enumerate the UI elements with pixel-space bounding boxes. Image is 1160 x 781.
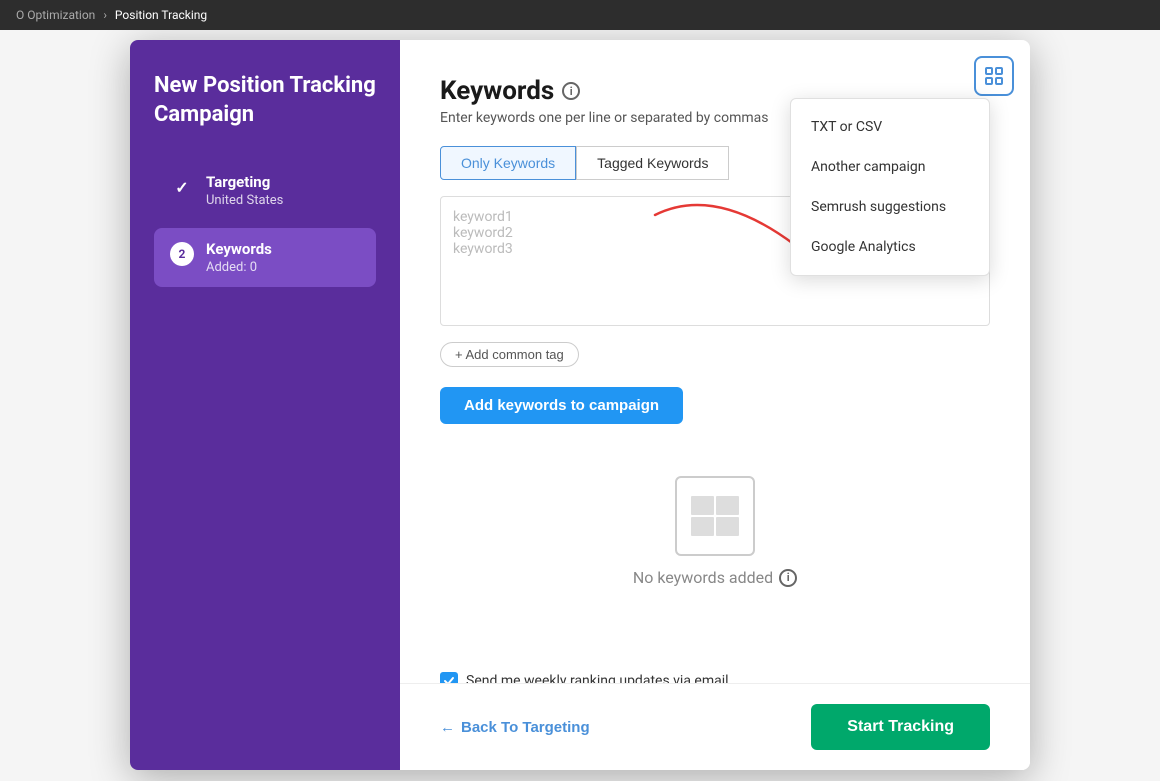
import-dropdown: TXT or CSV Another campaign Semrush sugg… [790,98,990,276]
step-keywords-content: Keywords Added: 0 [206,240,272,275]
empty-info-icon[interactable]: i [779,569,797,587]
step-keywords-sublabel: Added: 0 [206,260,272,275]
step-targeting-label: Targeting [206,173,283,191]
start-tracking-button[interactable]: Start Tracking [811,704,990,750]
empty-text-label: No keywords added [633,568,773,587]
grid-cell-4 [716,517,739,536]
tab-tagged-keywords[interactable]: Tagged Keywords [576,146,729,180]
step-number-icon: 2 [170,242,194,266]
grid-cell-2 [716,496,739,515]
step-targeting-content: Targeting United States [206,173,283,208]
grid-cell-1 [691,496,714,515]
back-arrow-icon: ← [440,719,455,736]
add-tag-row: + Add common tag [440,342,990,367]
empty-text: No keywords added i [633,568,797,587]
dropdown-item-another-campaign[interactable]: Another campaign [791,147,989,187]
empty-grid [691,496,739,536]
step-targeting-sublabel: United States [206,193,283,208]
tab-only-keywords[interactable]: Only Keywords [440,146,576,180]
back-btn-label: Back To Targeting [461,719,590,736]
sidebar-step-keywords[interactable]: 2 Keywords Added: 0 [154,228,376,287]
dropdown-item-semrush[interactable]: Semrush suggestions [791,187,989,227]
main-content: Keywords i Enter keywords one per line o… [400,40,1030,770]
add-tag-button[interactable]: + Add common tag [440,342,579,367]
close-button[interactable] [974,56,1014,96]
focus-icon [984,66,1004,86]
back-to-targeting-button[interactable]: ← Back To Targeting [440,719,590,736]
step-check-icon: ✓ [170,175,194,199]
top-bar: O Optimization › Position Tracking [0,0,1160,30]
sidebar-step-targeting[interactable]: ✓ Targeting United States [154,161,376,220]
empty-icon [675,476,755,556]
breadcrumb-current: Position Tracking [115,8,207,22]
step-keywords-label: Keywords [206,240,272,258]
sidebar: New Position Tracking Campaign ✓ Targeti… [130,40,400,770]
modal-footer: ← Back To Targeting Start Tracking [400,683,1030,770]
dropdown-item-txt-csv[interactable]: TXT or CSV [791,107,989,147]
section-title-text: Keywords [440,76,554,106]
modal: New Position Tracking Campaign ✓ Targeti… [130,40,1030,770]
dropdown-item-google-analytics[interactable]: Google Analytics [791,227,989,267]
breadcrumb-separator: › [103,8,107,22]
modal-overlay: New Position Tracking Campaign ✓ Targeti… [0,20,1160,781]
grid-cell-3 [691,517,714,536]
info-icon[interactable]: i [562,82,580,100]
empty-state: No keywords added i [440,456,990,607]
breadcrumb-part1: O Optimization [16,8,95,22]
add-keywords-button[interactable]: Add keywords to campaign [440,387,683,424]
sidebar-title: New Position Tracking Campaign [154,72,376,129]
